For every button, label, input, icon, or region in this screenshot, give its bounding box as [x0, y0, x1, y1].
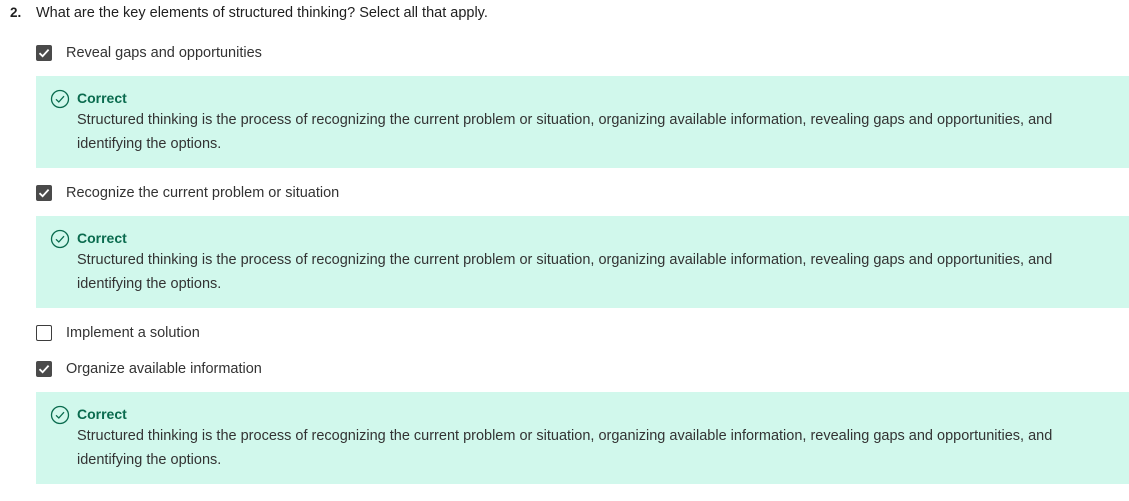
question-number: 2.	[10, 5, 22, 20]
feedback-title: Correct	[77, 230, 127, 246]
option-reveal-gaps[interactable]: Reveal gaps and opportunities	[36, 40, 1129, 66]
checkmark-icon	[38, 188, 50, 198]
checkbox-checked[interactable]	[36, 45, 52, 61]
option-label: Organize available information	[66, 361, 262, 377]
feedback-text: Structured thinking is the process of re…	[77, 252, 1053, 292]
check-circle-icon	[50, 229, 70, 249]
option-implement-solution[interactable]: Implement a solution	[36, 320, 1129, 346]
check-circle-icon	[50, 405, 70, 425]
question-header: 2. What are the key elements of structur…	[10, 5, 488, 21]
option-recognize-problem[interactable]: Recognize the current problem or situati…	[36, 180, 1129, 206]
option-label: Reveal gaps and opportunities	[66, 45, 262, 61]
check-circle-icon	[50, 89, 70, 109]
feedback-text: Structured thinking is the process of re…	[77, 428, 1053, 468]
feedback-correct: Correct Structured thinking is the proce…	[36, 216, 1129, 308]
option-organize-information[interactable]: Organize available information	[36, 356, 1129, 382]
checkbox-unchecked[interactable]	[36, 325, 52, 341]
option-label: Recognize the current problem or situati…	[66, 185, 340, 201]
checkmark-icon	[38, 48, 50, 58]
checkbox-checked[interactable]	[36, 361, 52, 377]
feedback-title: Correct	[77, 90, 127, 106]
feedback-title: Correct	[77, 406, 127, 422]
checkbox-checked[interactable]	[36, 185, 52, 201]
checkmark-icon	[38, 364, 50, 374]
feedback-correct: Correct Structured thinking is the proce…	[36, 392, 1129, 484]
feedback-text: Structured thinking is the process of re…	[77, 112, 1053, 152]
options-list: Reveal gaps and opportunities Correct St…	[36, 40, 1129, 496]
feedback-correct: Correct Structured thinking is the proce…	[36, 76, 1129, 168]
question-text: What are the key elements of structured …	[36, 5, 488, 21]
option-label: Implement a solution	[66, 325, 200, 341]
